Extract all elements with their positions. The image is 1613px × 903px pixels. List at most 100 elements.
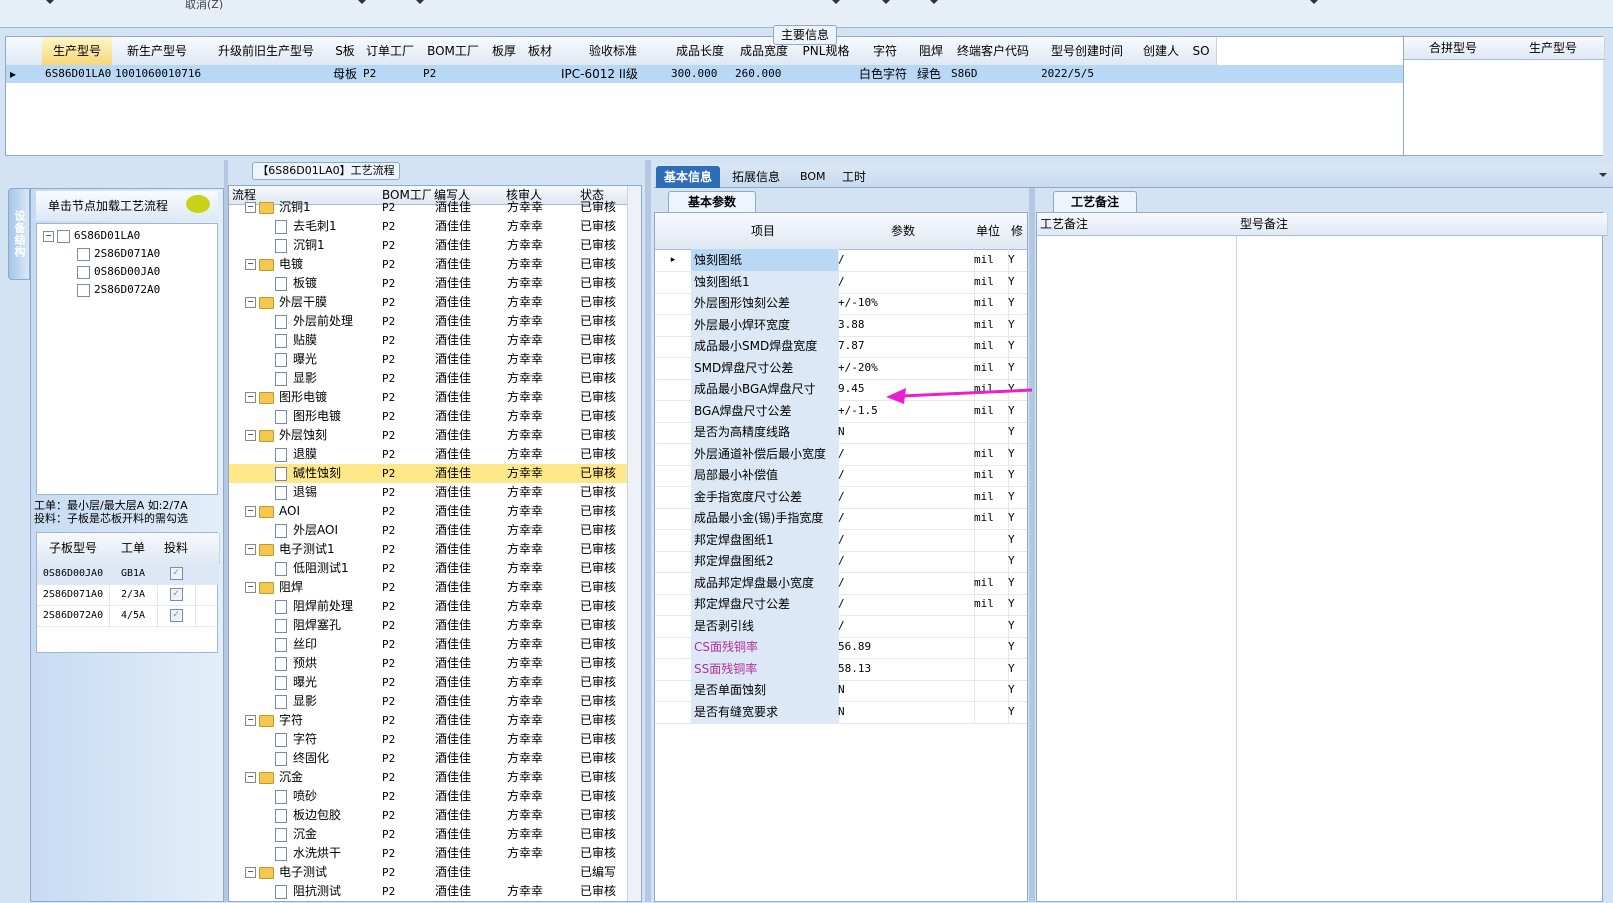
chevron-down-icon[interactable] bbox=[1599, 173, 1607, 177]
list-item[interactable]: 贴膜 P2 酒佳佳 方幸幸 已审核 bbox=[229, 331, 627, 350]
column-header[interactable]: SO bbox=[1186, 37, 1217, 66]
list-item[interactable]: 曝光 P2 酒佳佳 方幸幸 已审核 bbox=[229, 673, 627, 692]
param-value[interactable]: / bbox=[835, 249, 975, 271]
table-row[interactable]: 成品邦定焊盘最小宽度 / mil Y bbox=[655, 571, 1027, 595]
tree-node[interactable]: 0S86D00JA0 bbox=[77, 263, 160, 281]
table-row[interactable]: 局部最小补偿值 / mil Y bbox=[655, 464, 1027, 487]
splitter[interactable] bbox=[1029, 188, 1035, 902]
param-value[interactable]: / bbox=[835, 571, 975, 594]
param-value[interactable]: / bbox=[835, 507, 975, 529]
param-value[interactable]: N bbox=[835, 700, 975, 723]
list-item[interactable]: − 图形电镀 P2 酒佳佳 方幸幸 已审核 bbox=[229, 388, 627, 407]
column-header[interactable]: 生产型号 bbox=[42, 37, 113, 66]
param-value[interactable]: / bbox=[835, 464, 975, 486]
list-item[interactable]: 喷砂 P2 酒佳佳 方幸幸 已审核 bbox=[229, 787, 627, 806]
vertical-scrollbar[interactable] bbox=[627, 186, 641, 901]
chevron-down-icon[interactable] bbox=[832, 0, 840, 4]
list-item[interactable]: 阻抗测试 P2 酒佳佳 方幸幸 已审核 bbox=[229, 882, 627, 901]
cancel-button[interactable]: 取消(Z) bbox=[185, 0, 223, 12]
table-row[interactable]: 外层最小焊环宽度 3.88 mil Y bbox=[655, 313, 1027, 337]
column-header[interactable]: 成品长度 bbox=[668, 37, 733, 66]
checkbox[interactable] bbox=[77, 283, 90, 297]
table-row[interactable]: 成品最小SMD焊盘宽度 7.87 mil Y bbox=[655, 335, 1027, 358]
column-header[interactable]: 板厚 bbox=[486, 37, 523, 66]
list-item[interactable]: − 电子测试 P2 酒佳佳 已编写 bbox=[229, 863, 627, 882]
list-item[interactable]: 预烘 P2 酒佳佳 方幸幸 已审核 bbox=[229, 654, 627, 673]
list-item[interactable]: 字符 P2 酒佳佳 方幸幸 已审核 bbox=[229, 730, 627, 749]
list-item[interactable]: 水洗烘干 P2 酒佳佳 方幸幸 已审核 bbox=[229, 844, 627, 863]
collapse-icon[interactable]: − bbox=[245, 867, 256, 878]
feed-checkbox[interactable]: ✓ bbox=[157, 563, 196, 584]
table-row[interactable]: 外层图形蚀刻公差 +/-10% mil Y bbox=[655, 292, 1027, 315]
checkbox[interactable] bbox=[57, 229, 70, 243]
list-item[interactable]: 阻焊塞孔 P2 酒佳佳 方幸幸 已审核 bbox=[229, 616, 627, 635]
column-header[interactable]: 项目 bbox=[691, 213, 836, 250]
table-row[interactable]: 是否有缝宽要求 N Y bbox=[655, 700, 1027, 724]
table-row[interactable]: 蚀刻图纸1/mil Y bbox=[655, 270, 1027, 294]
collapse-icon[interactable]: − bbox=[245, 430, 256, 441]
column-header[interactable]: 子板型号 bbox=[37, 533, 110, 564]
param-value[interactable]: / bbox=[835, 528, 975, 551]
tab-extended-info[interactable]: 拓展信息 bbox=[724, 166, 788, 188]
list-item[interactable]: − 电镀 P2 酒佳佳 方幸幸 已审核 bbox=[229, 255, 627, 274]
list-item[interactable]: 低阻测试1 P2 酒佳佳 方幸幸 已审核 bbox=[229, 559, 627, 578]
collapse-icon[interactable]: − bbox=[245, 582, 256, 593]
column-header[interactable]: 参数 bbox=[835, 213, 972, 250]
list-item[interactable]: 图形电镀 P2 酒佳佳 方幸幸 已审核 bbox=[229, 407, 627, 426]
param-value[interactable]: / bbox=[835, 593, 975, 615]
table-row[interactable]: 是否剥引线 / Y bbox=[655, 614, 1027, 638]
list-item[interactable]: − 阻焊 P2 酒佳佳 方幸幸 已审核 bbox=[229, 578, 627, 597]
tree-node[interactable]: 2S86D071A0 bbox=[77, 245, 160, 263]
table-row[interactable]: ▸ 6S86D01LA0 10010600107168 母板 P2 P2 IPC-6012 … bbox=[6, 65, 1404, 83]
splitter[interactable] bbox=[645, 160, 651, 902]
column-header[interactable]: 工单 bbox=[109, 533, 158, 564]
column-header[interactable]: 合拼型号 bbox=[1404, 37, 1503, 60]
collapse-icon[interactable]: − bbox=[245, 202, 256, 213]
list-item[interactable]: 显影 P2 酒佳佳 方幸幸 已审核 bbox=[229, 369, 627, 388]
chevron-down-icon[interactable] bbox=[882, 0, 890, 4]
collapse-icon[interactable]: − bbox=[245, 297, 256, 308]
list-item[interactable]: − AOI P2 酒佳佳 方幸幸 已审核 bbox=[229, 502, 627, 521]
param-value[interactable]: / bbox=[835, 614, 975, 637]
collapse-icon[interactable]: − bbox=[245, 392, 256, 403]
column-header[interactable]: 型号备注 bbox=[1237, 213, 1608, 236]
collapse-icon[interactable]: − bbox=[245, 715, 256, 726]
list-item[interactable]: 外层前处理 P2 酒佳佳 方幸幸 已审核 bbox=[229, 312, 627, 331]
list-item[interactable]: − 字符 P2 酒佳佳 方幸幸 已审核 bbox=[229, 711, 627, 730]
param-value[interactable]: / bbox=[835, 550, 975, 572]
list-item[interactable]: − 电子测试1 P2 酒佳佳 方幸幸 已审核 bbox=[229, 540, 627, 559]
list-item[interactable]: 终固化 P2 酒佳佳 方幸幸 已审核 bbox=[229, 749, 627, 768]
feed-checkbox[interactable]: ✓ bbox=[157, 584, 196, 605]
table-row[interactable]: 金手指宽度尺寸公差 / mil Y bbox=[655, 485, 1027, 509]
param-value[interactable]: 58.13 bbox=[835, 657, 975, 680]
param-value[interactable]: N bbox=[835, 421, 975, 443]
chevron-down-icon[interactable] bbox=[358, 0, 366, 4]
tree-node[interactable]: 2S86D072A0 bbox=[77, 281, 160, 299]
collapse-icon[interactable]: − bbox=[245, 544, 256, 555]
param-value[interactable]: / bbox=[835, 442, 975, 465]
list-item[interactable]: 显影 P2 酒佳佳 方幸幸 已审核 bbox=[229, 692, 627, 711]
table-row[interactable]: 成品最小金(锡)手指宽度 / mil Y bbox=[655, 507, 1027, 530]
column-header[interactable]: 阻焊 bbox=[914, 37, 949, 66]
list-item[interactable]: 板镀 P2 酒佳佳 方幸幸 已审核 bbox=[229, 274, 627, 293]
list-item[interactable]: − 沉铜1 P2 酒佳佳 方幸幸 已审核 bbox=[229, 198, 627, 217]
param-value[interactable]: 56.89 bbox=[835, 636, 975, 658]
list-item[interactable]: 板边包胶 P2 酒佳佳 方幸幸 已审核 bbox=[229, 806, 627, 825]
table-row[interactable]: 2S86D071A0 2/3A ✓ bbox=[37, 584, 219, 606]
splitter[interactable] bbox=[224, 160, 228, 902]
param-value[interactable]: N bbox=[835, 679, 975, 701]
param-value[interactable]: / bbox=[835, 270, 975, 293]
column-header[interactable]: 工艺备注 bbox=[1037, 213, 1241, 236]
list-item[interactable]: 曝光 P2 酒佳佳 方幸幸 已审核 bbox=[229, 350, 627, 369]
collapse-icon[interactable]: − bbox=[245, 259, 256, 270]
column-header[interactable]: 型号创建时间 bbox=[1038, 37, 1137, 66]
list-item[interactable]: 退膜 P2 酒佳佳 方幸幸 已审核 bbox=[229, 445, 627, 464]
column-header[interactable]: 修 bbox=[1005, 213, 1027, 250]
column-header[interactable]: 板材 bbox=[522, 37, 559, 66]
list-item[interactable]: 外层AOI P2 酒佳佳 方幸幸 已审核 bbox=[229, 521, 627, 540]
feed-checkbox[interactable]: ✓ bbox=[157, 605, 196, 626]
column-header[interactable]: 订单工厂 bbox=[360, 37, 421, 66]
table-row[interactable]: SS面残铜率 58.13 Y bbox=[655, 657, 1027, 681]
column-header[interactable]: 生产型号 bbox=[1502, 37, 1605, 60]
table-row[interactable]: 0S86D00JA0 GB1A ✓ bbox=[37, 563, 219, 585]
